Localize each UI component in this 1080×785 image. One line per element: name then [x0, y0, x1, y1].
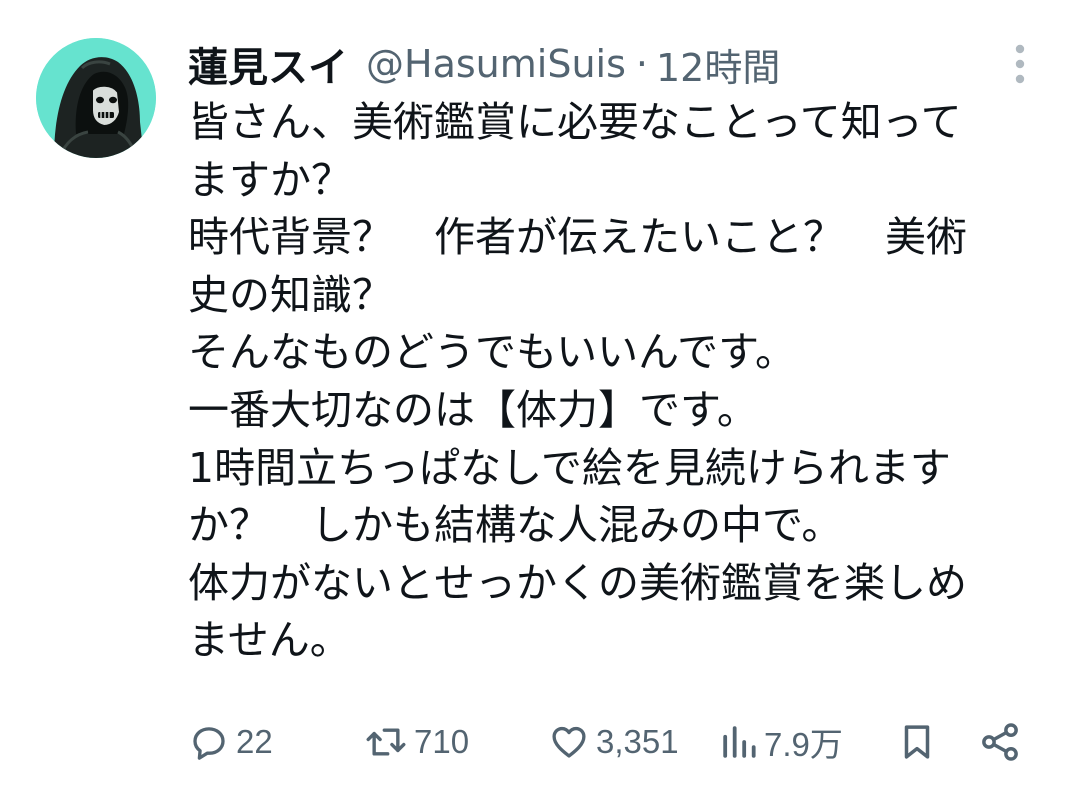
tweet-text: 皆さん、美術鑑賞に必要なことって知って ますか？ 時代背景？ 作者が伝えたいこと… [188, 94, 1056, 670]
share-button[interactable] [978, 712, 1022, 772]
tweet-line: 史の知識？ [188, 270, 393, 319]
user-handle[interactable]: @HasumiSuis [366, 42, 626, 86]
tweet-header: 蓮見スイ @HasumiSuis · 12時間 [188, 36, 780, 92]
tweet-line: 一番大切なのは【体力】です。 [188, 385, 758, 434]
timestamp[interactable]: 12時間 [656, 37, 780, 92]
tweet-line: 1時間立ちっぱなしで絵を見続けられます [188, 443, 951, 492]
view-count: 7.9万 [764, 726, 843, 763]
like-count: 3,351 [596, 723, 679, 760]
bookmark-icon [904, 725, 930, 759]
tweet-line: ません。 [188, 616, 351, 665]
retweet-count: 710 [414, 723, 470, 760]
tweet-line: 皆さん、美術鑑賞に必要なことって知って [188, 98, 962, 146]
tweet-line: ますか？ [188, 155, 352, 204]
views-button[interactable]: 7.9万 [720, 712, 843, 772]
tweet-line: 体力がないとせっかくの美術鑑賞を楽しめ [188, 558, 967, 607]
like-button[interactable]: 3,351 [548, 712, 679, 772]
retweet-icon [366, 728, 406, 756]
separator-dot: · [635, 42, 648, 86]
reply-button[interactable]: 22 [188, 712, 273, 772]
like-icon [552, 726, 586, 758]
more-options-button[interactable] [1006, 42, 1034, 86]
tweet-line: か？ しかも結構な人混みの中で。 [188, 501, 843, 550]
more-vertical-icon [1015, 44, 1025, 84]
tweet-line: 時代背景？ 作者が伝えたいこと？ 美術 [188, 213, 967, 262]
reply-count: 22 [236, 723, 273, 760]
bookmark-button[interactable] [896, 712, 938, 772]
display-name[interactable]: 蓮見スイ [188, 35, 348, 93]
views-icon [723, 726, 756, 758]
retweet-button[interactable]: 710 [364, 712, 469, 772]
reply-icon [193, 727, 225, 760]
avatar[interactable] [36, 38, 156, 158]
hooded-figure-avatar-icon [36, 38, 156, 158]
share-icon [982, 723, 1018, 761]
tweet-line: そんなものどうでもいいんです。 [188, 328, 797, 377]
action-bar: 22 710 3,351 7.9万 [188, 712, 1038, 772]
